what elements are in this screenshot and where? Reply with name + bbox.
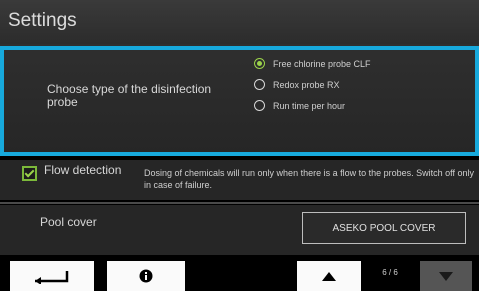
info-icon — [139, 269, 153, 283]
pool-cover-value: ASEKO POOL COVER — [332, 222, 436, 234]
page-title: Settings — [8, 10, 77, 31]
scroll-down-button[interactable] — [420, 261, 472, 291]
radio-label: Run time per hour — [273, 100, 346, 111]
flow-detection-checkbox[interactable] — [22, 166, 37, 181]
radio-button[interactable] — [254, 79, 265, 90]
arrow-up-icon — [322, 271, 336, 281]
probe-type-radio-group: Free chlorine probe CLF Redox probe RX R… — [254, 53, 371, 116]
info-button[interactable] — [107, 261, 185, 291]
radio-option-run-time[interactable]: Run time per hour — [254, 95, 371, 116]
back-button[interactable] — [10, 261, 94, 291]
pool-cover-select[interactable]: ASEKO POOL COVER — [302, 212, 466, 244]
radio-label: Free chlorine probe CLF — [273, 58, 371, 69]
flow-detection-label: Flow detection — [44, 163, 122, 177]
flow-detection-description: Dosing of chemicals will run only when t… — [144, 168, 474, 190]
title-bar: Settings — [0, 0, 479, 44]
radio-option-redox[interactable]: Redox probe RX — [254, 74, 371, 95]
radio-button-selected[interactable] — [254, 58, 265, 69]
radio-option-free-chlorine[interactable]: Free chlorine probe CLF — [254, 53, 371, 74]
probe-type-question: Choose type of the disinfection probe — [47, 82, 212, 109]
radio-button[interactable] — [254, 100, 265, 111]
scroll-up-button[interactable] — [297, 261, 361, 291]
divider — [0, 202, 479, 204]
pool-cover-label: Pool cover — [40, 215, 97, 229]
arrow-down-icon — [439, 271, 453, 281]
return-arrow-icon — [35, 271, 69, 284]
settings-screen: Settings Choose type of the disinfection… — [0, 0, 479, 291]
radio-label: Redox probe RX — [273, 79, 340, 90]
page-indicator: 6 / 6 — [382, 268, 398, 277]
